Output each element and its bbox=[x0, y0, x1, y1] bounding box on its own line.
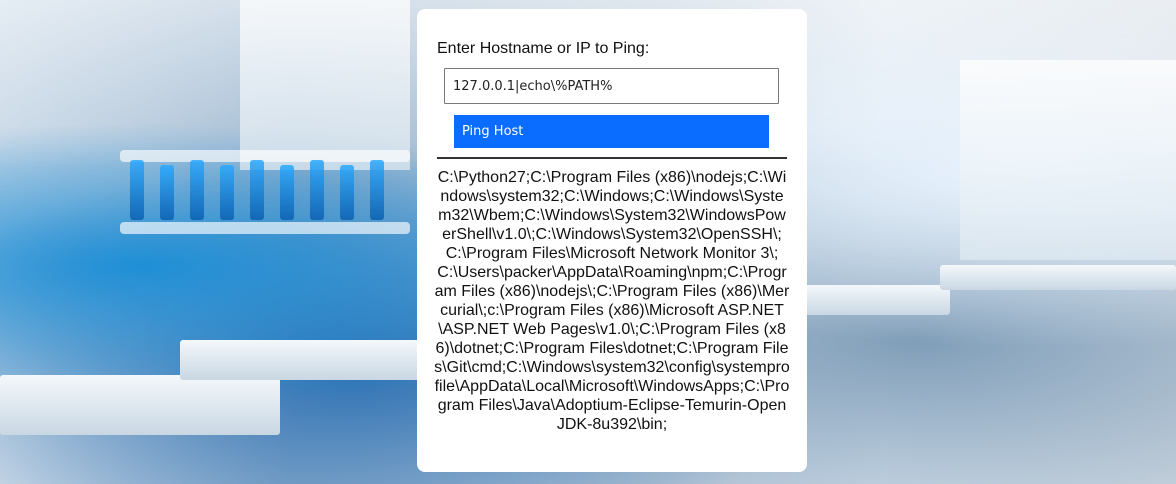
background-shelf bbox=[120, 150, 410, 162]
ping-form-panel: Enter Hostname or IP to Ping: Ping Host … bbox=[417, 9, 807, 472]
background-bottle bbox=[160, 165, 174, 220]
ping-output-text: C:\Python27;C:\Program Files (x86)\nodej… bbox=[434, 169, 790, 433]
background-bottle bbox=[190, 160, 204, 220]
hostname-input[interactable] bbox=[444, 68, 779, 104]
background-bottle bbox=[340, 165, 354, 220]
background-bottle bbox=[370, 160, 384, 220]
background-window bbox=[240, 0, 410, 170]
output-divider bbox=[437, 157, 787, 159]
background-bottle bbox=[220, 165, 234, 220]
background-bottle bbox=[130, 160, 144, 220]
background-bottle bbox=[310, 160, 324, 220]
background-desk bbox=[805, 285, 950, 315]
background-bottle bbox=[250, 160, 264, 220]
background-bottle bbox=[280, 165, 294, 220]
background-shelf bbox=[120, 222, 410, 234]
ping-host-button[interactable]: Ping Host bbox=[454, 115, 769, 148]
hostname-prompt-label: Enter Hostname or IP to Ping: bbox=[437, 40, 650, 57]
background-desk bbox=[940, 265, 1176, 290]
background-desk bbox=[180, 340, 420, 380]
background-desk bbox=[0, 375, 280, 435]
background-window bbox=[960, 60, 1176, 260]
